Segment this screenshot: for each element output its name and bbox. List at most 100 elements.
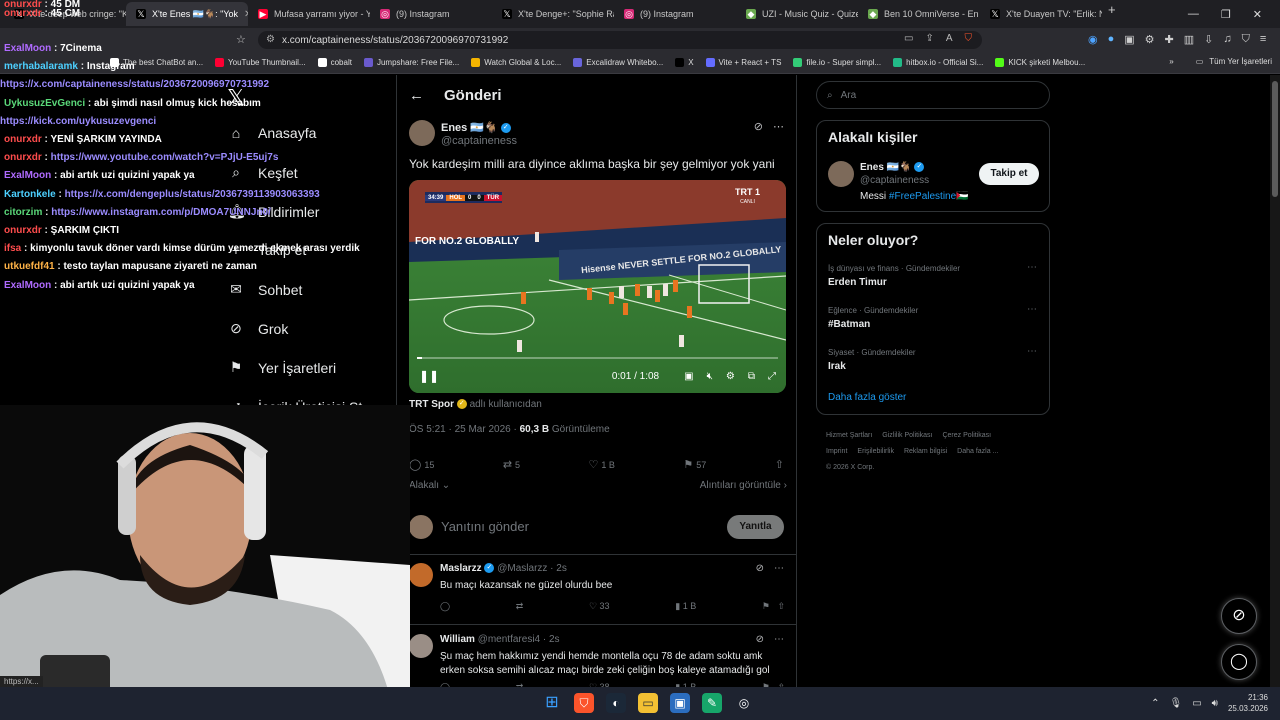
- chat-username[interactable]: UykusuzEvGenci: [4, 98, 85, 109]
- brave-browser-icon[interactable]: ⛉: [574, 693, 594, 713]
- like-action[interactable]: ♡ 33: [589, 601, 610, 612]
- more-options-icon[interactable]: ⋯: [774, 634, 784, 645]
- pip-icon[interactable]: ⧉: [748, 371, 755, 382]
- bookmark-item[interactable]: Vite + React + TS: [705, 58, 781, 67]
- commenter-name[interactable]: Maslarzz: [440, 563, 482, 574]
- control-panel-icon[interactable]: ▣: [670, 693, 690, 713]
- menu-icon[interactable]: ≡: [1260, 33, 1266, 46]
- network-icon[interactable]: ▭: [1192, 698, 1201, 709]
- chat-username[interactable]: onurxdr: [4, 225, 42, 236]
- repost-action[interactable]: ⇄ 5: [503, 458, 520, 471]
- settings-icon[interactable]: ⚙: [726, 371, 735, 382]
- commenter-avatar[interactable]: [409, 634, 433, 658]
- extensions-puzzle-icon[interactable]: ✚: [1165, 33, 1174, 46]
- more-options-icon[interactable]: ⋯: [1027, 304, 1037, 315]
- vpn-icon[interactable]: ⛉: [1242, 33, 1250, 46]
- reply-button[interactable]: Yanıtla: [727, 515, 784, 539]
- show-more-link[interactable]: Daha fazla göster: [828, 392, 906, 403]
- commenter-avatar[interactable]: [409, 563, 433, 587]
- bookmark-item[interactable]: KICK şirketi Melbou...: [995, 58, 1085, 67]
- messages-fab-icon[interactable]: ◯: [1221, 644, 1257, 680]
- chat-username[interactable]: ExalMoon: [4, 280, 51, 291]
- comment[interactable]: Maslarzz ✓ @Maslarzz · 2s ⊘ ⋯ Bu maçı kaz…: [397, 555, 796, 625]
- footer-link[interactable]: Imprint: [826, 448, 847, 455]
- all-bookmarks[interactable]: » ▭ Tüm Yer İşaretleri: [1169, 57, 1272, 66]
- author-avatar[interactable]: [409, 120, 435, 146]
- extension-icon[interactable]: ●: [1108, 33, 1115, 46]
- repost-icon[interactable]: ⇄: [516, 601, 524, 612]
- grok-icon[interactable]: ⊘: [756, 563, 764, 574]
- trend-item[interactable]: Siyaset · Gündemdekiler Irak: [828, 348, 916, 372]
- chat-username[interactable]: citorzim: [4, 207, 42, 218]
- chat-link[interactable]: https://www.instagram.com/p/DMOA7UNNJn0/: [51, 207, 271, 218]
- reply-input[interactable]: Yanıtını gönder: [441, 519, 529, 534]
- chat-link[interactable]: https://kick.com/uykusuzevgenci: [0, 116, 156, 127]
- share-icon[interactable]: ⇪: [925, 33, 933, 44]
- music-icon[interactable]: ♫: [1223, 33, 1231, 46]
- bookmark-item[interactable]: X: [675, 58, 694, 67]
- footer-link[interactable]: Hizmet Şartları: [826, 432, 872, 439]
- search-input[interactable]: ⌕ Ara: [816, 81, 1050, 109]
- author-handle[interactable]: @captaineness: [441, 135, 517, 148]
- extension-icon[interactable]: ◉: [1088, 33, 1098, 46]
- footer-link[interactable]: Erişilebilirlik: [857, 448, 894, 455]
- footer-link[interactable]: Reklam bilgisi: [904, 448, 947, 455]
- reply-action[interactable]: ◯ 15: [409, 458, 434, 471]
- source-name[interactable]: TRT Spor: [409, 399, 454, 410]
- more-options-icon[interactable]: ⋯: [1027, 346, 1037, 357]
- obs-icon[interactable]: ◎: [734, 693, 754, 713]
- chat-username[interactable]: onurxdr: [4, 134, 42, 145]
- more-options-icon[interactable]: ⋯: [773, 120, 784, 133]
- bookmark-item[interactable]: Excalidraw Whitebo...: [573, 58, 663, 67]
- extension-icon[interactable]: ⚙: [1145, 33, 1155, 46]
- minimize-icon[interactable]: —: [1188, 8, 1199, 20]
- close-icon[interactable]: ✕: [1253, 8, 1262, 21]
- views-action[interactable]: ▮ 1 B: [675, 601, 696, 612]
- mute-icon[interactable]: 🔇︎: [707, 371, 713, 382]
- bookmark-item[interactable]: hitbox.io - Official Si...: [893, 58, 983, 67]
- chat-username[interactable]: ExalMoon: [4, 170, 51, 181]
- reply-icon[interactable]: ◯: [440, 601, 450, 612]
- browser-tab[interactable]: ◎ (9) Instagram: [614, 2, 736, 26]
- extension-icon[interactable]: ▣: [1124, 33, 1134, 46]
- download-icon[interactable]: ⇩: [1204, 33, 1213, 46]
- browser-tab[interactable]: 𝕏 X'te Denge+: "Sophie Ra: [492, 2, 614, 26]
- pause-icon[interactable]: ❚❚: [419, 369, 439, 383]
- clock[interactable]: 21:36 25.03.2026: [1228, 692, 1268, 714]
- more-options-icon[interactable]: ⋯: [774, 563, 784, 574]
- app-icon[interactable]: ✎: [702, 693, 722, 713]
- browser-tab[interactable]: ◆ Ben 10 OmniVerse - En İy: [858, 2, 980, 26]
- chat-link[interactable]: https://x.com/dengeplus/status/203673911…: [65, 189, 320, 200]
- browser-tab[interactable]: ◆ UZI - Music Quiz - Quizei: [736, 2, 858, 26]
- chat-username[interactable]: ifsa: [4, 243, 21, 254]
- like-action[interactable]: ♡ 1 B: [589, 458, 615, 471]
- maximize-icon[interactable]: ❐: [1221, 8, 1231, 21]
- footer-link[interactable]: Çerez Politikası: [942, 432, 991, 439]
- grok-icon[interactable]: ⊘: [754, 120, 763, 133]
- file-explorer-icon[interactable]: ▭: [638, 693, 658, 713]
- chat-link[interactable]: https://www.youtube.com/watch?v=PJjU-E5u…: [51, 152, 279, 163]
- chat-link[interactable]: https://x.com/captaineness/status/203672…: [0, 79, 269, 90]
- bookmark-icon[interactable]: ⚑ ⇧: [762, 601, 785, 612]
- post-time[interactable]: ÖS 5:21 · 25 Mar 2026 ·: [409, 424, 517, 435]
- author-name[interactable]: Enes 🇦🇷🐐: [441, 122, 498, 134]
- more-options-icon[interactable]: ⋯: [1027, 262, 1037, 273]
- windows-start-icon[interactable]: ⊞: [542, 693, 562, 713]
- hashtag-link[interactable]: #FreePalestine🇵🇸: [889, 191, 969, 202]
- share-action[interactable]: ⇧: [775, 458, 787, 471]
- bookmark-item[interactable]: Watch Global & Loc...: [471, 58, 561, 67]
- trend-item[interactable]: Eğlence · Gündemdekiler #Batman: [828, 306, 918, 330]
- install-icon[interactable]: ▭: [904, 33, 913, 44]
- bookmark-action[interactable]: ⚑ 57: [683, 458, 706, 471]
- bookmark-item[interactable]: file.io - Super simpl...: [793, 58, 881, 67]
- grok-icon[interactable]: ⊘: [756, 634, 764, 645]
- back-arrow-icon[interactable]: ←: [409, 87, 424, 104]
- follow-button[interactable]: Takip et: [979, 163, 1039, 185]
- chat-username[interactable]: utkuefdf41: [4, 261, 55, 272]
- microphone-icon[interactable]: 🎙︎: [1169, 698, 1182, 709]
- grok-fab-icon[interactable]: ⊘: [1221, 598, 1257, 634]
- page-scrollbar[interactable]: [1270, 75, 1280, 687]
- video-player[interactable]: FOR NO.2 GLOBALLY Hisense NEVER SETTLE F…: [409, 180, 786, 393]
- commenter-name[interactable]: William: [440, 634, 475, 645]
- translate-icon[interactable]: A: [946, 33, 953, 44]
